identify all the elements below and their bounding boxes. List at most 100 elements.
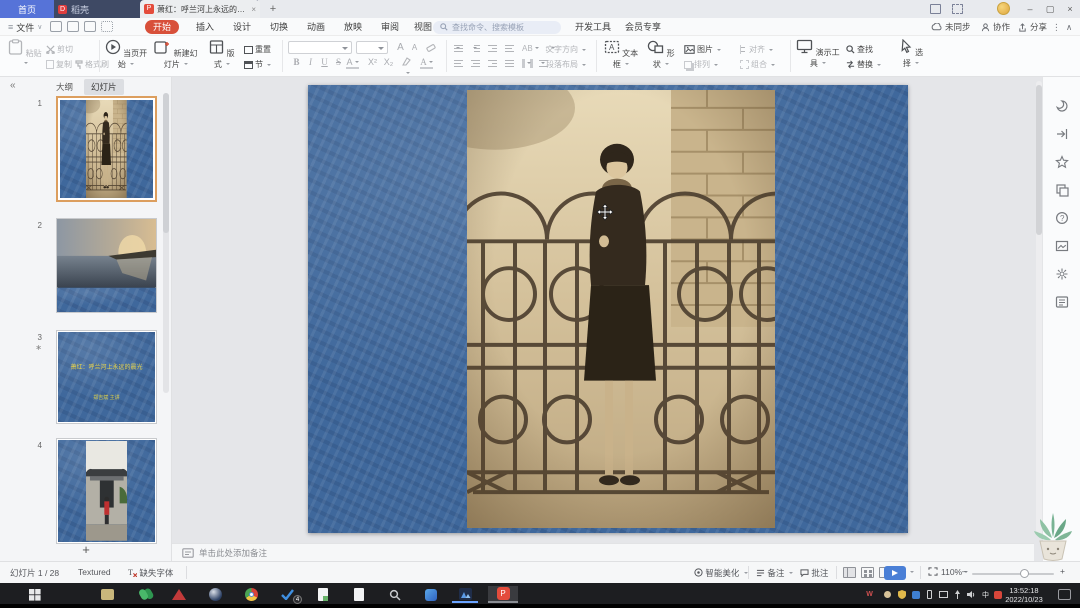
new-slide-button[interactable]: 新建幻灯片 [152,39,200,70]
effects-settings-icon[interactable] [1055,267,1069,281]
collapse-panel-icon[interactable]: « [10,80,16,91]
tray-pin-icon[interactable] [952,589,963,600]
tray-volume-icon[interactable] [966,589,977,600]
start-button[interactable] [22,586,48,603]
help-icon[interactable]: ? [1055,211,1069,225]
slide-thumbnail-4[interactable] [56,438,157,544]
tray-ime-icon[interactable]: 中 [980,589,991,600]
char-spacing-icon[interactable]: AB [522,44,539,53]
collaborate-button[interactable]: 协作 [981,20,1010,34]
ribbon-tab-slideshow[interactable]: 放映 [344,20,362,34]
taskbar-app-wps-doc[interactable] [310,586,336,603]
preview-icon[interactable] [101,21,113,32]
tray-shield-icon[interactable] [896,589,907,600]
taskbar-app-wps-presentation-active[interactable]: P [488,586,518,603]
bold-button[interactable]: B [290,57,303,67]
workbench-icon[interactable] [930,4,941,14]
ribbon-tab-insert[interactable]: 插入 [196,20,214,34]
taskbar-app-green[interactable] [130,586,156,603]
output-icon[interactable] [67,21,79,32]
paragraph-layout-button[interactable]: 段落布局 [546,59,586,70]
tab-outline[interactable]: 大纲 [56,81,73,93]
tab-slides[interactable]: 幻灯片 [84,79,124,95]
beautify-sidebar-icon[interactable] [1055,99,1069,113]
font-color-button[interactable]: A [346,57,359,69]
ribbon-tab-member[interactable]: 会员专享 [625,20,661,34]
save-icon[interactable] [50,21,62,32]
outdent-icon[interactable] [488,44,499,53]
ribbon-tab-developer[interactable]: 开发工具 [575,20,611,34]
tray-phone-icon[interactable] [924,589,935,600]
file-menu[interactable]: ≡文件∨ [8,20,42,34]
panel-scrollbar[interactable] [163,93,169,393]
indent-icon[interactable] [505,44,516,53]
zoom-slider[interactable] [972,573,1054,575]
smart-beautify-button[interactable]: 智能美化 [694,567,748,579]
slideshow-play-button[interactable] [884,566,906,580]
ribbon-tab-animation[interactable]: 动画 [307,20,325,34]
copy-button[interactable]: 复制 [46,59,72,70]
slide-sorter-view-button[interactable] [861,567,874,578]
zoom-slider-knob[interactable] [1020,569,1029,578]
bullets-icon[interactable] [454,44,465,53]
theme-name[interactable]: Textured [78,567,111,577]
ribbon-tab-home[interactable]: 开始 [145,20,179,34]
close-tab-icon[interactable]: × [251,5,256,14]
tray-w-icon[interactable]: W [864,589,875,600]
close-button[interactable]: × [1062,2,1078,16]
animation-star-icon[interactable]: ∗ [28,343,42,352]
notes-toggle[interactable]: 备注 [756,567,793,579]
ribbon-tab-view[interactable]: 视图 [414,20,432,34]
taskbar-clock[interactable]: 13:52:18 2022/10/23 [1000,586,1048,604]
ribbon-tab-transition[interactable]: 切换 [270,20,288,34]
print-icon[interactable] [84,21,96,32]
highlight-button[interactable] [400,57,413,78]
play-options-caret[interactable] [908,567,914,577]
ribbon-tab-design[interactable]: 设计 [233,20,251,34]
italic-button[interactable]: I [304,57,317,67]
presentation-tools-button[interactable]: 演示工具 [796,39,840,69]
taskbar-app-blue[interactable] [418,586,444,603]
taskbar-app-chrome[interactable] [238,586,264,603]
slide-photo[interactable] [467,90,775,528]
strikethrough-button[interactable]: S [332,57,345,67]
cut-button[interactable]: 剪切 [46,44,73,55]
reset-button[interactable]: 重置 [244,44,271,55]
play-from-current-button[interactable]: 当页开始 [104,39,148,70]
zoom-in-button[interactable]: + [1060,566,1065,576]
new-tab-button[interactable]: + [266,2,280,16]
zoom-out-button[interactable]: – [962,566,967,576]
find-button[interactable]: 查找 [846,44,873,55]
text-direction-button[interactable]: 文字方向 [546,44,586,55]
avatar[interactable] [997,2,1010,15]
underline-button[interactable]: U [318,57,331,67]
align-right-icon[interactable] [488,59,499,68]
paste-button[interactable]: 粘贴 [8,39,42,68]
section-button[interactable]: 节 [244,59,271,70]
align-left-icon[interactable] [454,59,465,68]
pin-panel-icon[interactable] [1055,127,1069,141]
taskbar-app-files[interactable] [94,586,120,603]
textbox-button[interactable]: A 文本框 [602,39,640,70]
missing-font-warning[interactable]: T 缺失字体 [128,567,173,579]
taskbar-app-notepad[interactable] [346,586,372,603]
tray-user-icon[interactable] [882,589,893,600]
background-icon[interactable] [1055,239,1069,253]
taskbar-app-search[interactable] [382,586,408,603]
restore-button[interactable]: ▢ [1042,2,1058,16]
share-button[interactable]: 分享 [1018,20,1047,34]
align-center-icon[interactable] [471,59,482,68]
select-button[interactable]: 选择 [896,39,926,69]
normal-view-button[interactable] [843,567,856,578]
comments-toggle[interactable]: 批注 [800,567,828,579]
tab-document[interactable]: P 萧红：呼兰河上永远的晨光.pptx × [140,0,260,18]
increase-font-icon[interactable]: A [394,42,407,53]
notes-bar[interactable]: 单击此处添加备注 [172,543,1034,561]
superscript-button[interactable]: X² [366,57,379,67]
replace-button[interactable]: 替换 [846,59,881,70]
arrange-button[interactable]: 排列 [684,59,718,70]
fit-slide-button[interactable] [928,567,938,578]
clear-format-icon[interactable] [424,42,437,54]
taskbar-app-messenger[interactable]: 4 [274,586,300,603]
slide-thumbnail-3[interactable]: 萧红：呼兰河上永远的晨光 郑吉斌 主讲 [56,330,157,424]
